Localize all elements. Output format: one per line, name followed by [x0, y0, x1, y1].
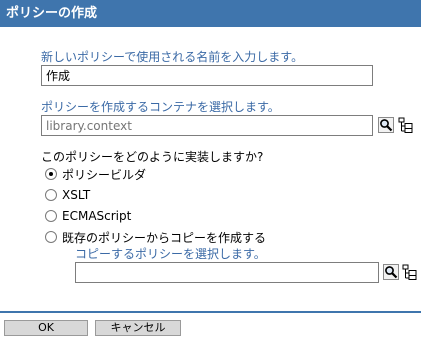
container-input[interactable]	[41, 115, 373, 136]
tree-icon	[402, 264, 417, 280]
radio-button[interactable]	[45, 210, 57, 222]
container-tree-button[interactable]	[398, 117, 414, 133]
policy-name-label: 新しいポリシーで使用される名前を入力します。	[41, 50, 304, 64]
copy-browse-button[interactable]	[383, 264, 399, 280]
radio-label: ポリシービルダ	[62, 167, 147, 182]
radio-copy-existing[interactable]: 既存のポリシーからコピーを作成する	[45, 229, 266, 245]
radio-button[interactable]	[45, 168, 57, 180]
implementation-question: このポリシーをどのように実装しますか?	[41, 150, 264, 164]
cancel-button[interactable]: キャンセル	[95, 320, 181, 336]
radio-button[interactable]	[45, 231, 57, 243]
copy-policy-label: コピーするポリシーを選択します。	[75, 247, 266, 261]
radio-ecmascript[interactable]: ECMAScript	[45, 208, 131, 224]
radio-button[interactable]	[45, 189, 57, 201]
radio-xslt[interactable]: XSLT	[45, 187, 90, 203]
radio-policy-builder[interactable]: ポリシービルダ	[45, 166, 146, 182]
footer-divider	[0, 311, 421, 313]
copy-tree-button[interactable]	[402, 264, 418, 280]
container-browse-button[interactable]	[378, 117, 394, 133]
ok-button[interactable]: OK	[4, 320, 88, 336]
radio-label: 既存のポリシーからコピーを作成する	[62, 230, 267, 245]
dialog-title: ポリシーの作成	[0, 0, 421, 27]
copy-policy-input[interactable]	[75, 262, 379, 283]
radio-label: XSLT	[62, 188, 91, 202]
policy-name-input[interactable]	[41, 65, 373, 86]
tree-icon	[398, 117, 413, 133]
radio-label: ECMAScript	[62, 209, 132, 223]
container-label: ポリシーを作成するコンテナを選択します。	[41, 100, 280, 114]
browse-icon	[383, 264, 399, 280]
browse-icon	[378, 117, 394, 133]
